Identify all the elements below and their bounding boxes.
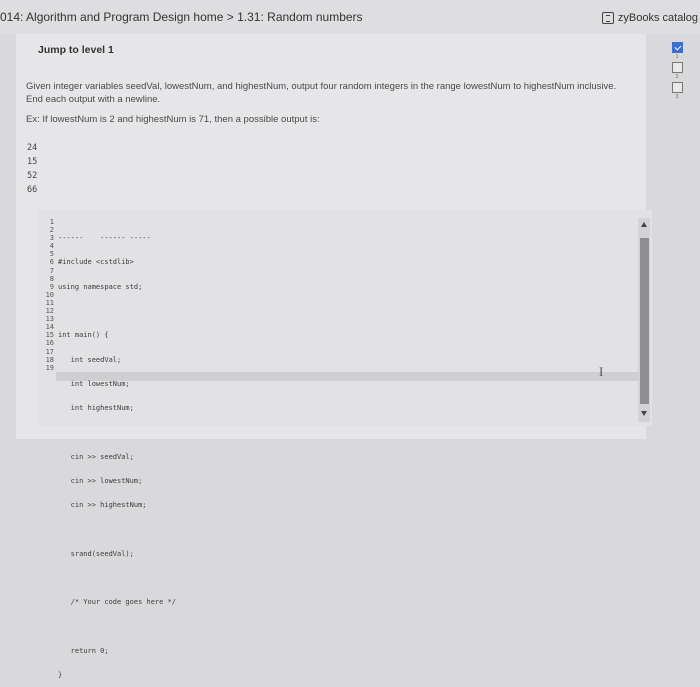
prompt-text: Given integer variables seedVal, lowestN… [26, 81, 617, 105]
line-number: 11 [45, 298, 54, 307]
line-number: 1 [49, 218, 54, 226]
line-number: 15 [45, 331, 54, 340]
code-line[interactable]: int lowestNum; [58, 380, 176, 388]
code-line[interactable]: int main() { [58, 331, 176, 339]
code-line[interactable] [58, 623, 176, 631]
code-content[interactable]: ------ ------ ----- #include <cstdlib> u… [58, 218, 176, 687]
code-line[interactable]: #include <cstdlib> [58, 258, 176, 266]
code-line[interactable]: cin >> highestNum; [58, 501, 176, 509]
code-line[interactable] [58, 307, 176, 315]
line-number: 8 [49, 274, 54, 283]
level-number: 1 [675, 54, 679, 60]
code-line[interactable]: return 0; [58, 647, 176, 655]
line-number-gutter: 1 2 3 4 5 6 7 8 9 10 11 12 13 14 15 16 1… [38, 218, 54, 372]
sample-output-line: 52 [27, 171, 38, 181]
example-text: Ex: If lowestNum is 2 and highestNum is … [26, 114, 320, 125]
code-line[interactable]: cin >> seedVal; [58, 453, 176, 461]
level-number: 3 [675, 94, 679, 100]
line-number: 5 [49, 250, 54, 259]
jump-to-level-link[interactable]: Jump to level 1 [38, 44, 114, 56]
line-number: 7 [49, 266, 54, 275]
line-number: 18 [45, 355, 54, 364]
level-1-checkbox[interactable] [671, 42, 683, 53]
breadcrumb[interactable]: 014: Algorithm and Program Design home >… [0, 10, 363, 24]
sample-output-line: 66 [27, 185, 38, 195]
code-line[interactable]: int seedVal; [58, 356, 176, 364]
code-line[interactable]: cin >> lowestNum; [58, 477, 176, 485]
code-line[interactable]: using namespace std; [58, 283, 176, 291]
line-number: 6 [49, 258, 54, 267]
level-indicator: 1 2 3 [669, 42, 685, 102]
sample-output-line: 24 [27, 143, 38, 153]
line-number: 10 [45, 290, 54, 299]
line-number: 16 [45, 339, 54, 348]
code-line[interactable]: } [58, 671, 176, 679]
line-number: 12 [45, 307, 54, 316]
code-line[interactable] [58, 526, 176, 534]
line-number: 3 [49, 234, 54, 243]
level-3-checkbox[interactable] [671, 82, 683, 93]
scroll-down-arrow-icon[interactable] [641, 411, 647, 416]
line-number: 13 [45, 315, 54, 324]
line-number: 9 [49, 282, 54, 291]
line-number: 19 [45, 363, 54, 372]
line-number: 2 [49, 226, 54, 235]
zybooks-catalog-link[interactable]: zyBooks catalog [601, 12, 698, 24]
code-line[interactable]: srand(seedVal); [58, 550, 176, 558]
code-line[interactable]: /* Your code goes here */ [58, 598, 176, 606]
code-line[interactable]: ------ ------ ----- [58, 234, 176, 242]
sample-output: 24 15 52 66 [27, 141, 37, 197]
line-number: 14 [45, 323, 54, 332]
line-number: 4 [49, 242, 54, 251]
level-number: 2 [675, 74, 679, 80]
line-number: 17 [45, 347, 54, 356]
code-line[interactable] [58, 428, 176, 436]
book-icon [601, 12, 614, 24]
code-line[interactable] [58, 574, 176, 582]
sample-output-line: 15 [27, 157, 38, 167]
level-2-checkbox[interactable] [671, 62, 683, 73]
code-line[interactable]: int highestNum; [58, 404, 176, 412]
catalog-label: zyBooks catalog [617, 12, 698, 24]
text-cursor-icon: I [599, 364, 604, 379]
scrollbar-thumb[interactable] [640, 238, 649, 404]
scroll-up-arrow-icon[interactable] [641, 222, 647, 227]
